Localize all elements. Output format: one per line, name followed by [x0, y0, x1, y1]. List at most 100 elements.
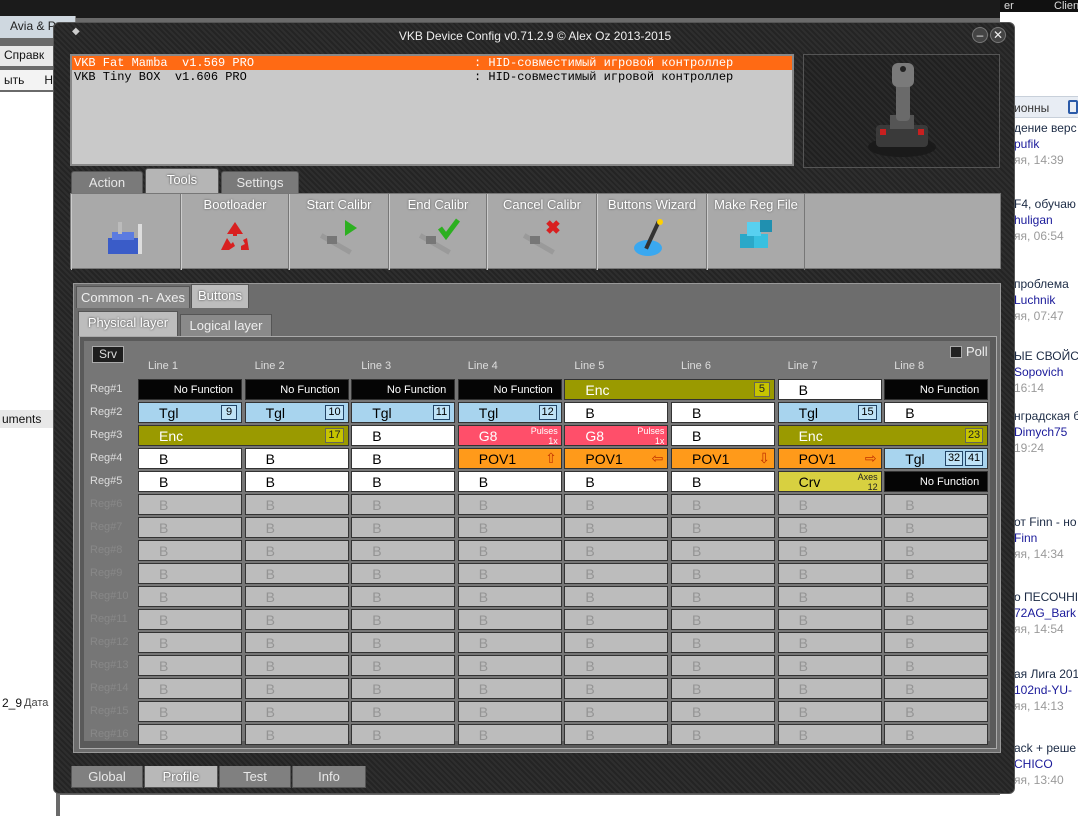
cell-label: B — [265, 681, 275, 697]
forum-feed-item[interactable]: нградская б Dimych75 19:24 — [1014, 408, 1078, 456]
window-title: VKB Device Config v0.71.2.9 © Alex Oz 20… — [398, 29, 672, 43]
feed-author: huligan — [1014, 213, 1053, 227]
pov-cell[interactable]: POV1 ⇦ — [564, 448, 669, 469]
background-menu[interactable]: Справк — [0, 46, 60, 66]
forum-feed-item[interactable]: от Finn - но Finn яя, 14:34 — [1014, 514, 1078, 562]
button-cell[interactable]: B — [564, 471, 669, 492]
cell-label: B — [798, 566, 808, 582]
title-bar[interactable]: ◆ VKB Device Config v0.71.2.9 © Alex Oz … — [54, 23, 1014, 49]
cell-label: B — [798, 520, 808, 536]
forum-feed-item[interactable]: ЫЕ СВОЙС Sopovich 16:14 — [1014, 348, 1078, 396]
disabled-cell: B — [884, 586, 989, 607]
encoder-cell[interactable]: Enc 23 — [777, 425, 989, 446]
forum-feed-item[interactable]: ая Лига 201 102nd-YU-яя, 14:13 — [1014, 666, 1078, 714]
tab-action[interactable]: Action — [71, 171, 143, 193]
make-reg-file-button[interactable]: Make Reg File — [707, 194, 805, 270]
buttons-wizard-button[interactable]: Buttons Wizard — [597, 194, 707, 270]
line-header: Line 4 — [467, 360, 498, 372]
cell-label: B — [585, 566, 595, 582]
cell-label: B — [585, 635, 595, 651]
tab-info[interactable]: Info — [292, 766, 366, 788]
forum-icon[interactable] — [1068, 100, 1078, 114]
no-function-cell[interactable]: No Function — [884, 379, 989, 400]
line-header: Line 3 — [361, 360, 392, 372]
toggle-cell[interactable]: Tgl 32 41 — [884, 448, 989, 469]
toggle-cell[interactable]: Tgl 15 — [777, 402, 882, 423]
pov-cell[interactable]: POV1 ⇩ — [671, 448, 775, 469]
toggle-cell[interactable]: Tgl 11 — [351, 402, 456, 423]
button-cell[interactable]: B — [244, 448, 349, 469]
cell-label: B — [692, 704, 702, 720]
forum-feed-item[interactable]: о ПЕСОЧНІ 72AG_Bark яя, 14:54 — [1014, 589, 1078, 637]
tab-physical-layer[interactable]: Physical layer — [78, 311, 178, 336]
feed-time: яя, 07:47 — [1014, 309, 1064, 323]
forum-feed-item[interactable]: F4, обучаю huligan яя, 06:54 — [1014, 196, 1078, 244]
device-row[interactable]: VKB Tiny BOX v1.606 PRO: HID-совместимый… — [72, 70, 792, 84]
device-list[interactable]: VKB Fat Mamba v1.569 PRO: HID-совместимы… — [70, 54, 794, 166]
g8-cell[interactable]: G8 Pulses 1x — [457, 425, 562, 446]
button-cell[interactable]: B — [138, 471, 242, 492]
tab-test[interactable]: Test — [219, 766, 291, 788]
button-cell[interactable]: B — [457, 471, 562, 492]
disabled-cell: B — [138, 724, 242, 745]
encoder-cell[interactable]: Enc 5 — [564, 379, 775, 400]
toolbox-button[interactable] — [71, 194, 181, 270]
tab-tools[interactable]: Tools — [145, 168, 219, 193]
device-row[interactable]: VKB Fat Mamba v1.569 PRO: HID-совместимы… — [72, 56, 792, 70]
button-cell[interactable]: B — [351, 425, 456, 446]
srv-button[interactable]: Srv — [92, 346, 124, 363]
minimize-button[interactable]: – — [972, 27, 988, 43]
cell-label: B — [159, 658, 169, 674]
no-function-cell[interactable]: No Function — [884, 471, 989, 492]
button-cell[interactable]: B — [671, 425, 775, 446]
toggle-cell[interactable]: Tgl 12 — [457, 402, 562, 423]
cancel-calibr-button[interactable]: Cancel Calibr — [487, 194, 597, 270]
forum-feed-item[interactable]: дение верс pufik яя, 14:39 — [1014, 120, 1078, 168]
cell-label: B — [905, 612, 915, 628]
cell-label: B — [159, 589, 169, 605]
tab-profile[interactable]: Profile — [144, 766, 218, 788]
button-cell[interactable]: B — [671, 471, 775, 492]
start-calibr-button[interactable]: Start Calibr — [289, 194, 389, 270]
no-function-cell[interactable]: No Function — [138, 379, 242, 400]
forum-feed-item[interactable]: проблема Luchnik яя, 07:47 — [1014, 276, 1078, 324]
disabled-cell: B — [138, 517, 242, 538]
tab-buttons[interactable]: Buttons — [191, 284, 249, 308]
cell-label: POV1 — [478, 451, 517, 467]
background-docs-label[interactable]: uments — [0, 410, 56, 428]
cell-number: 17 — [325, 428, 344, 443]
curve-cell[interactable]: Crv Axes 12 — [777, 471, 882, 492]
cell-label: B — [265, 635, 275, 651]
no-function-cell[interactable]: No Function — [351, 379, 456, 400]
end-calibr-button[interactable]: End Calibr — [389, 194, 487, 270]
forum-feed-item[interactable]: ack + реше CHICO яя, 13:40 — [1014, 740, 1078, 788]
background-menu-2[interactable]: ыть Н — [0, 70, 60, 90]
checkbox-icon[interactable] — [950, 346, 962, 358]
g8-cell[interactable]: G8 Pulses 1x — [564, 425, 669, 446]
toggle-cell[interactable]: Tgl 9 — [138, 402, 242, 423]
button-cell[interactable]: B — [884, 402, 989, 423]
bootloader-button[interactable]: Bootloader — [181, 194, 289, 270]
toggle-cell[interactable]: Tgl 10 — [244, 402, 349, 423]
tab-global[interactable]: Global — [71, 766, 143, 788]
tab-common-axes[interactable]: Common -n- Axes — [76, 286, 190, 308]
button-cell[interactable]: B — [138, 448, 242, 469]
no-function-cell[interactable]: No Function — [457, 379, 562, 400]
disabled-cell: B — [244, 563, 349, 584]
pov-cell[interactable]: POV1 ⇨ — [777, 448, 882, 469]
pov-cell[interactable]: POV1 ⇧ — [457, 448, 562, 469]
encoder-cell[interactable]: Enc 17 — [138, 425, 349, 446]
button-cell[interactable]: B — [351, 448, 456, 469]
poll-checkbox[interactable]: Poll — [950, 344, 988, 359]
button-cell[interactable]: B — [351, 471, 456, 492]
tab-settings[interactable]: Settings — [221, 171, 299, 193]
cell-label: B — [798, 727, 808, 743]
button-cell[interactable]: B — [777, 379, 882, 400]
cell-label: B — [265, 658, 275, 674]
button-cell[interactable]: B — [244, 471, 349, 492]
button-cell[interactable]: B — [671, 402, 775, 423]
no-function-cell[interactable]: No Function — [244, 379, 349, 400]
button-cell[interactable]: B — [564, 402, 669, 423]
tab-logical-layer[interactable]: Logical layer — [180, 314, 272, 336]
close-button[interactable]: ✕ — [990, 27, 1006, 43]
